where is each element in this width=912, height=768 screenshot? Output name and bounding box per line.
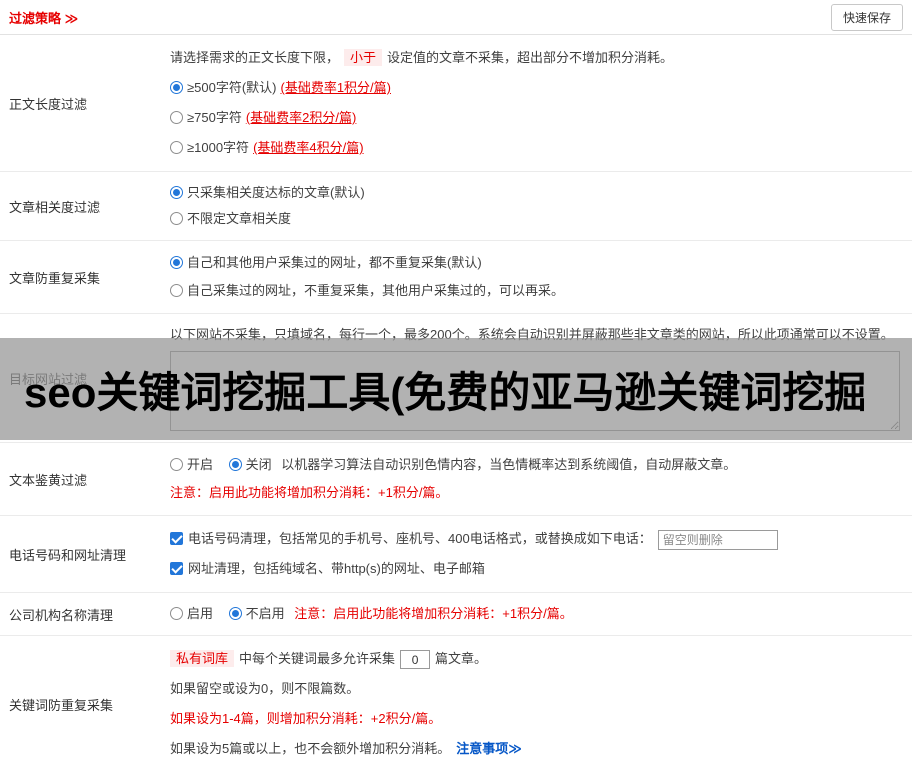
radio-icon[interactable]	[228, 607, 242, 620]
row-company-clean: 公司机构名称清理 启用 不启用 注意：启用此功能将增加积分消耗：+1积分/篇。	[0, 593, 912, 636]
option-dedup-all-users[interactable]: 自己和其他用户采集过的网址，都不重复采集(默认)	[170, 249, 904, 277]
option-min-500[interactable]: ≥500字符(默认) (基础费率1积分/篇)	[170, 73, 904, 103]
checkbox-icon[interactable]	[170, 532, 183, 545]
fee-note: (基础费率2积分/篇)	[245, 110, 357, 125]
option-porn-off[interactable]: 关闭	[228, 457, 272, 472]
option-phone-clean[interactable]: 电话号码清理，包括常见的手机号、座机号、400电话格式，或替换成如下电话：	[170, 524, 904, 554]
radio-icon[interactable]	[170, 256, 183, 269]
radio-icon[interactable]	[170, 284, 183, 297]
porn-filter-note: 注意：启用此功能将增加积分消耗：+1积分/篇。	[170, 485, 449, 500]
radio-icon[interactable]	[170, 212, 183, 225]
option-text: ≥500字符(默认)	[187, 80, 277, 95]
keyword-dedup-line4: 如果设为5篇或以上，也不会额外增加积分消耗。 注意事项≫	[170, 734, 904, 764]
intro-text-pre: 请选择需求的正文长度下限，	[170, 50, 340, 65]
radio-icon[interactable]	[170, 141, 183, 154]
row-content-porn-filter: 开启 关闭 以机器学习算法自动识别色情内容，当色情概率达到系统阈值，自动屏蔽文章…	[168, 443, 912, 515]
line1-text: 中每个关键词最多允许采集	[239, 651, 396, 666]
fee-note: (基础费率4积分/篇)	[253, 140, 364, 155]
filter-strategy-page: 过滤策略 ≫ 快速保存 正文长度过滤 请选择需求的正文长度下限， 小于 设定值的文章…	[0, 0, 912, 768]
option-text: 自己和其他用户采集过的网址，都不重复采集(默认)	[187, 255, 482, 270]
max-articles-input[interactable]	[400, 650, 431, 670]
option-relevance-any[interactable]: 不限定文章相关度	[170, 206, 904, 232]
option-url-clean[interactable]: 网址清理，包括纯域名、带http(s)的网址、电子邮箱	[170, 554, 904, 584]
option-text: 网址清理，包括纯域名、带http(s)的网址、电子邮箱	[188, 561, 485, 576]
option-text: ≥750字符	[187, 110, 242, 125]
page-header: 过滤策略 ≫ 快速保存	[0, 0, 912, 35]
keyword-dedup-line1: 私有词库中每个关键词最多允许采集 篇文章。	[170, 644, 904, 674]
radio-icon[interactable]	[170, 607, 183, 620]
fee-note: (基础费率1积分/篇)	[280, 80, 391, 95]
content-length-intro: 请选择需求的正文长度下限， 小于 设定值的文章不采集，超出部分不增加积分消耗。	[170, 43, 904, 73]
option-porn-on[interactable]: 开启	[170, 457, 213, 472]
intro-text-post: 设定值的文章不采集，超出部分不增加积分消耗。	[387, 50, 674, 65]
option-text: 只采集相关度达标的文章(默认)	[187, 185, 365, 200]
line4-text: 如果设为5篇或以上，也不会额外增加积分消耗。	[170, 741, 451, 756]
radio-icon[interactable]	[170, 81, 183, 94]
option-text: 关闭	[245, 457, 272, 472]
row-content-keyword-dedup: 私有词库中每个关键词最多允许采集 篇文章。 如果留空或设为0，则不限篇数。 如果设…	[168, 636, 912, 768]
option-text: 自己采集过的网址，不重复采集，其他用户采集过的，可以再采。	[187, 283, 565, 298]
radio-icon[interactable]	[170, 186, 183, 199]
row-label-dedup: 文章防重复采集	[9, 270, 101, 286]
option-relevance-strict[interactable]: 只采集相关度达标的文章(默认)	[170, 180, 904, 206]
row-content-relevance: 只采集相关度达标的文章(默认) 不限定文章相关度	[168, 172, 912, 240]
row-relevance: 文章相关度过滤 只采集相关度达标的文章(默认) 不限定文章相关度	[0, 172, 912, 241]
row-label-porn-filter: 文本鉴黄过滤	[9, 472, 88, 488]
row-keyword-dedup: 关键词防重复采集 私有词库中每个关键词最多允许采集 篇文章。 如果留空或设为0，则…	[0, 636, 912, 768]
row-label-relevance: 文章相关度过滤	[9, 199, 101, 215]
option-min-750[interactable]: ≥750字符 (基础费率2积分/篇)	[170, 103, 904, 133]
row-phone-url-clean: 电话号码和网址清理 电话号码清理，包括常见的手机号、座机号、400电话格式，或替…	[0, 516, 912, 593]
radio-icon[interactable]	[228, 458, 242, 471]
highlight-less-than: 小于	[344, 49, 383, 66]
highlight-private-lexicon: 私有词库	[170, 650, 235, 667]
option-company-on[interactable]: 启用	[170, 606, 213, 621]
row-content-company-clean: 启用 不启用 注意：启用此功能将增加积分消耗：+1积分/篇。	[168, 593, 912, 635]
notes-link[interactable]: 注意事项≫	[456, 741, 522, 756]
option-text: 开启	[187, 457, 214, 472]
watermark-text: seo关键词挖掘工具(免费的亚马逊关键词挖掘	[24, 368, 867, 416]
checkbox-icon[interactable]	[170, 562, 183, 575]
row-content-phone-url-clean: 电话号码清理，包括常见的手机号、座机号、400电话格式，或替换成如下电话： 网址…	[168, 516, 912, 592]
porn-filter-options: 开启 关闭 以机器学习算法自动识别色情内容，当色情概率达到系统阈值，自动屏蔽文章…	[170, 451, 904, 479]
row-content-content-length: 请选择需求的正文长度下限， 小于 设定值的文章不采集，超出部分不增加积分消耗。 ≥5…	[168, 35, 912, 171]
option-text: 不启用	[245, 606, 285, 621]
option-text: 启用	[187, 606, 214, 621]
row-label-phone-url-clean: 电话号码和网址清理	[9, 547, 127, 563]
option-text: 不限定文章相关度	[187, 211, 292, 226]
page-title[interactable]: 过滤策略 ≫	[9, 8, 78, 27]
row-label-keyword-dedup: 关键词防重复采集	[9, 697, 114, 713]
option-text: ≥1000字符	[187, 140, 250, 155]
row-content-length: 正文长度过滤 请选择需求的正文长度下限， 小于 设定值的文章不采集，超出部分不增加积…	[0, 35, 912, 172]
keyword-dedup-line2: 如果留空或设为0，则不限篇数。	[170, 681, 360, 696]
porn-filter-desc: 以机器学习算法自动识别色情内容，当色情概率达到系统阈值，自动屏蔽文章。	[281, 457, 737, 472]
row-label-content-length: 正文长度过滤	[9, 96, 88, 112]
row-dedup: 文章防重复采集 自己和其他用户采集过的网址，都不重复采集(默认) 自己采集过的网…	[0, 241, 912, 314]
keyword-dedup-line3: 如果设为1-4篇，则增加积分消耗：+2积分/篇。	[170, 711, 442, 726]
line1-text-post: 篇文章。	[435, 651, 488, 666]
row-content-dedup: 自己和其他用户采集过的网址，都不重复采集(默认) 自己采集过的网址，不重复采集，…	[168, 241, 912, 313]
phone-replacement-input[interactable]	[657, 529, 778, 550]
option-min-1000[interactable]: ≥1000字符 (基础费率4积分/篇)	[170, 133, 904, 163]
option-company-off[interactable]: 不启用	[228, 606, 285, 621]
company-clean-options: 启用 不启用 注意：启用此功能将增加积分消耗：+1积分/篇。	[170, 601, 904, 627]
option-text: 电话号码清理，包括常见的手机号、座机号、400电话格式，或替换成如下电话：	[188, 531, 652, 546]
radio-icon[interactable]	[170, 458, 183, 471]
row-porn-filter: 文本鉴黄过滤 开启 关闭 以机器学习算法自动识别色情内容，当色情概率达到系统阈值…	[0, 443, 912, 516]
option-dedup-self-only[interactable]: 自己采集过的网址，不重复采集，其他用户采集过的，可以再采。	[170, 277, 904, 305]
watermark-overlay: seo关键词挖掘工具(免费的亚马逊关键词挖掘	[0, 338, 912, 440]
company-clean-note: 注意：启用此功能将增加积分消耗：+1积分/篇。	[294, 606, 573, 621]
radio-icon[interactable]	[170, 111, 183, 124]
quick-save-button[interactable]: 快速保存	[830, 3, 903, 31]
row-label-company-clean: 公司机构名称清理	[9, 607, 114, 623]
